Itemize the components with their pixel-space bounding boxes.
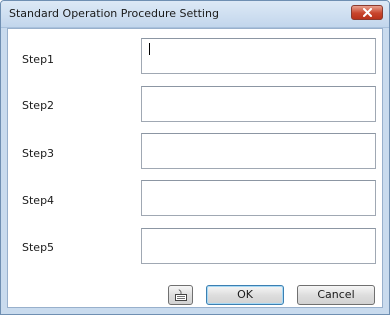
step4-label: Step4 <box>22 194 55 207</box>
step3-label: Step3 <box>22 147 55 160</box>
close-button[interactable] <box>351 5 383 20</box>
text-caret <box>149 43 150 55</box>
keyboard-button[interactable] <box>168 285 193 305</box>
ok-button[interactable]: OK <box>206 285 284 305</box>
step5-label: Step5 <box>22 241 55 254</box>
close-icon <box>363 8 372 17</box>
keyboard-icon <box>175 289 187 301</box>
step5-input[interactable] <box>141 228 376 264</box>
dialog-window: Standard Operation Procedure Setting Ste… <box>0 0 390 315</box>
step2-label: Step2 <box>22 99 55 112</box>
window-title: Standard Operation Procedure Setting <box>9 7 219 20</box>
cancel-button[interactable]: Cancel <box>297 285 375 305</box>
title-bar[interactable]: Standard Operation Procedure Setting <box>1 1 389 28</box>
step1-label: Step1 <box>22 53 55 66</box>
step3-input[interactable] <box>141 133 376 169</box>
step1-input[interactable] <box>141 38 376 74</box>
step2-input[interactable] <box>141 86 376 122</box>
dialog-content: Step1 Step2 Step3 Step4 Step5 OK Cancel <box>7 28 383 308</box>
step4-input[interactable] <box>141 180 376 216</box>
